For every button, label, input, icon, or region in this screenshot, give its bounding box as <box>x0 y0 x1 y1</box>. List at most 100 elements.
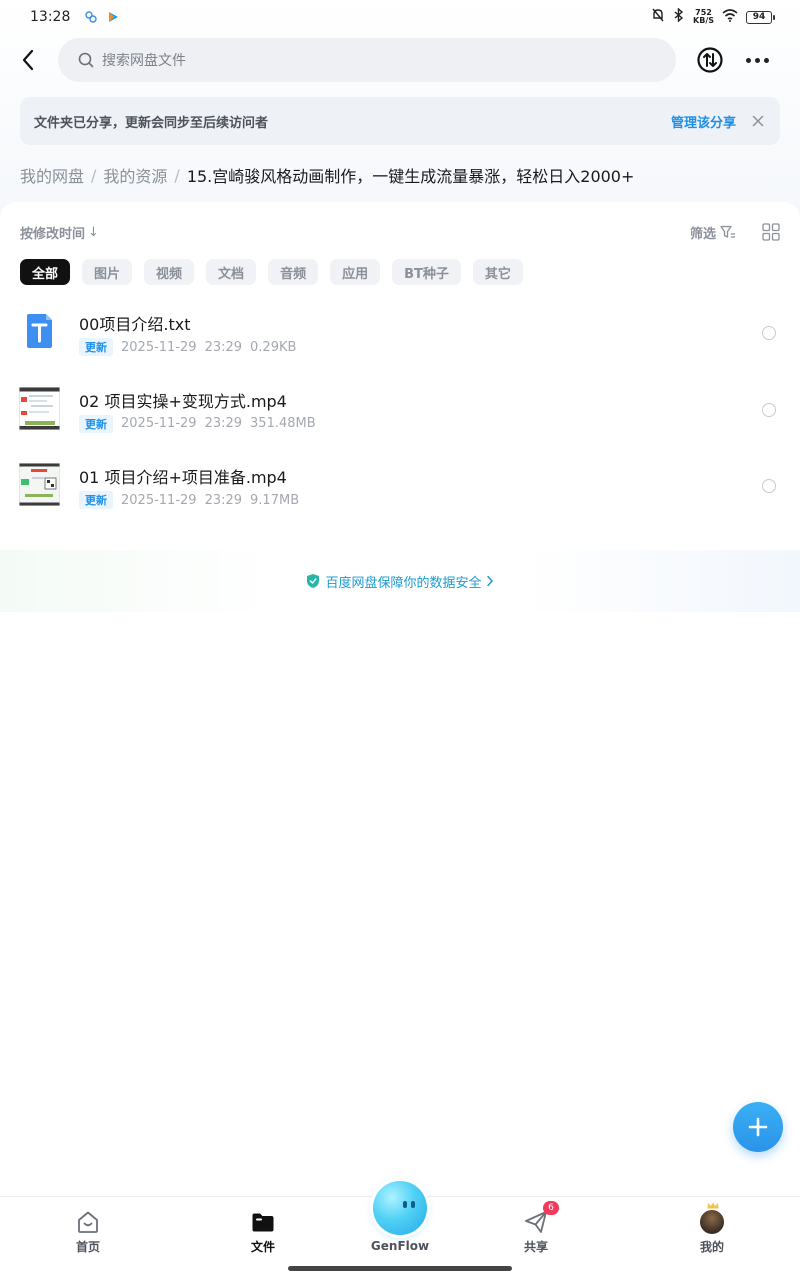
more-dot-icon <box>763 57 769 63</box>
share-notice-message: 文件夹已分享，更新会同步至后续访问者 <box>34 115 269 131</box>
file-name: 02 项目实操+变现方式.mp4 <box>79 391 287 411</box>
wifi-icon <box>722 8 738 26</box>
file-time: 23:29 <box>204 492 243 508</box>
breadcrumb-separator: / <box>174 165 180 185</box>
category-chip-images[interactable]: 图片 <box>82 259 133 285</box>
folder-icon <box>250 1209 276 1235</box>
breadcrumb-item-my-netdisk[interactable]: 我的网盘 <box>20 163 84 187</box>
select-checkbox[interactable] <box>762 402 776 417</box>
paper-plane-icon: 6 <box>523 1201 559 1235</box>
category-chip-bt-torrents[interactable]: BT种子 <box>392 259 461 285</box>
network-speed-unit: KB/S <box>693 16 714 25</box>
category-chip-others[interactable]: 其它 <box>472 259 523 285</box>
file-row[interactable]: 00项目介绍.txt 更新 2025-11-29 23:29 0.29KB <box>0 296 800 373</box>
breadcrumb-item-my-resources[interactable]: 我的资源 <box>103 163 167 187</box>
file-name: 01 项目介绍+项目准备.mp4 <box>79 468 287 487</box>
file-row[interactable]: 02 项目实操+变现方式.mp4 更新 2025-11-29 23:29 351… <box>0 373 800 450</box>
category-chip-audio[interactable]: 音频 <box>268 259 319 285</box>
search-icon <box>78 52 94 68</box>
search-input[interactable]: 搜索网盘文件 <box>58 38 676 82</box>
nav-item-home[interactable]: 首页 <box>48 1209 128 1255</box>
nav-item-files[interactable]: 文件 <box>223 1209 303 1255</box>
more-options-button[interactable] <box>742 50 772 70</box>
genflow-mascot-eye-icon <box>403 1201 407 1208</box>
play-store-status-icon <box>106 10 120 24</box>
security-notice-text: 百度网盘保障你的数据安全 <box>325 575 482 591</box>
chevron-right-icon <box>486 575 493 587</box>
grid-view-button[interactable] <box>762 223 780 241</box>
sort-filter-row: 按修改时间 ↓ 筛选 <box>20 222 780 242</box>
file-date: 2025-11-29 <box>121 492 197 508</box>
nav-item-mine[interactable]: 我的 <box>672 1202 752 1255</box>
baidu-netdisk-status-icon <box>84 10 98 24</box>
category-chip-videos[interactable]: 视频 <box>144 259 195 285</box>
filter-icon <box>720 225 735 238</box>
nav-item-share[interactable]: 6 共享 <box>496 1201 576 1255</box>
select-checkbox[interactable] <box>762 326 776 340</box>
header: 搜索网盘文件 <box>0 38 800 82</box>
back-button[interactable] <box>14 46 42 74</box>
update-tag: 更新 <box>79 491 113 509</box>
nav-label-home: 首页 <box>75 1240 100 1254</box>
file-name: 00项目介绍.txt <box>79 315 191 334</box>
network-speed: 752 KB/S <box>693 9 714 25</box>
security-notice-link[interactable]: 百度网盘保障你的数据安全 <box>0 550 800 612</box>
grid-view-icon <box>762 223 780 241</box>
close-banner-button[interactable] <box>750 113 766 129</box>
avatar <box>699 1202 725 1235</box>
nav-label-mine: 我的 <box>699 1240 724 1254</box>
status-bar: 13:28 752 KB/S 94 <box>0 0 800 34</box>
file-meta: 更新 2025-11-29 23:29 0.29KB <box>79 338 296 356</box>
file-size: 351.48MB <box>250 416 316 431</box>
share-notice-banner: 文件夹已分享，更新会同步至后续访问者 管理该分享 <box>20 97 780 145</box>
category-chip-all[interactable]: 全部 <box>20 259 71 285</box>
share-notification-badge: 6 <box>543 1201 559 1215</box>
file-size: 9.17MB <box>250 492 300 508</box>
battery-icon: 94 <box>746 10 775 24</box>
nav-label-files: 文件 <box>250 1240 275 1254</box>
nav-label-share: 共享 <box>523 1240 548 1254</box>
file-list: 00项目介绍.txt 更新 2025-11-29 23:29 0.29KB 02… <box>0 296 800 526</box>
plus-icon <box>748 1117 768 1137</box>
category-chip-documents[interactable]: 文档 <box>206 259 257 285</box>
status-time: 13:28 <box>30 9 71 25</box>
sort-button[interactable]: 按修改时间 <box>20 223 85 242</box>
crown-icon <box>707 1202 719 1209</box>
select-checkbox[interactable] <box>762 479 776 493</box>
file-meta: 更新 2025-11-29 23:29 9.17MB <box>79 491 299 509</box>
shield-icon <box>307 574 320 588</box>
file-row[interactable]: 01 项目介绍+项目准备.mp4 更新 2025-11-29 23:29 9.1… <box>0 449 800 526</box>
file-date: 2025-11-29 <box>121 416 197 431</box>
avatar-image <box>700 1202 724 1234</box>
home-icon <box>75 1209 101 1235</box>
filter-button[interactable]: 筛选 <box>690 223 736 242</box>
genflow-mascot-eye-icon <box>411 1201 415 1208</box>
video-thumbnail <box>19 386 60 430</box>
update-tag: 更新 <box>79 414 113 433</box>
close-icon <box>752 115 764 127</box>
sort-down-arrow-icon: ↓ <box>88 224 99 240</box>
bluetooth-icon <box>673 7 685 26</box>
update-tag: 更新 <box>79 338 113 356</box>
mute-icon <box>651 8 665 26</box>
category-chip-apps[interactable]: 应用 <box>330 259 381 285</box>
transfer-list-button[interactable] <box>696 46 724 74</box>
genflow-button[interactable] <box>373 1181 427 1235</box>
breadcrumb-separator: / <box>91 165 97 185</box>
search-placeholder: 搜索网盘文件 <box>102 53 186 69</box>
file-time: 23:29 <box>204 339 243 355</box>
home-indicator <box>288 1266 512 1271</box>
video-thumbnail <box>19 463 60 506</box>
breadcrumb: 我的网盘 / 我的资源 / 15.宫崎骏风格动画制作，一键生成流量暴涨，轻松日入… <box>20 162 790 188</box>
text-file-icon <box>19 310 60 353</box>
transfer-icon <box>697 47 723 73</box>
file-meta: 更新 2025-11-29 23:29 351.48MB <box>79 414 316 433</box>
more-dot-icon <box>745 57 751 63</box>
manage-share-link[interactable]: 管理该分享 <box>671 112 736 131</box>
add-button[interactable] <box>733 1102 783 1152</box>
file-time: 23:29 <box>204 416 243 431</box>
file-size: 0.29KB <box>250 339 297 355</box>
nav-label-genflow: GenFlow <box>370 1239 430 1253</box>
filter-label: 筛选 <box>689 226 716 242</box>
category-chips: 全部 图片 视频 文档 音频 应用 BT种子 其它 <box>20 259 523 285</box>
